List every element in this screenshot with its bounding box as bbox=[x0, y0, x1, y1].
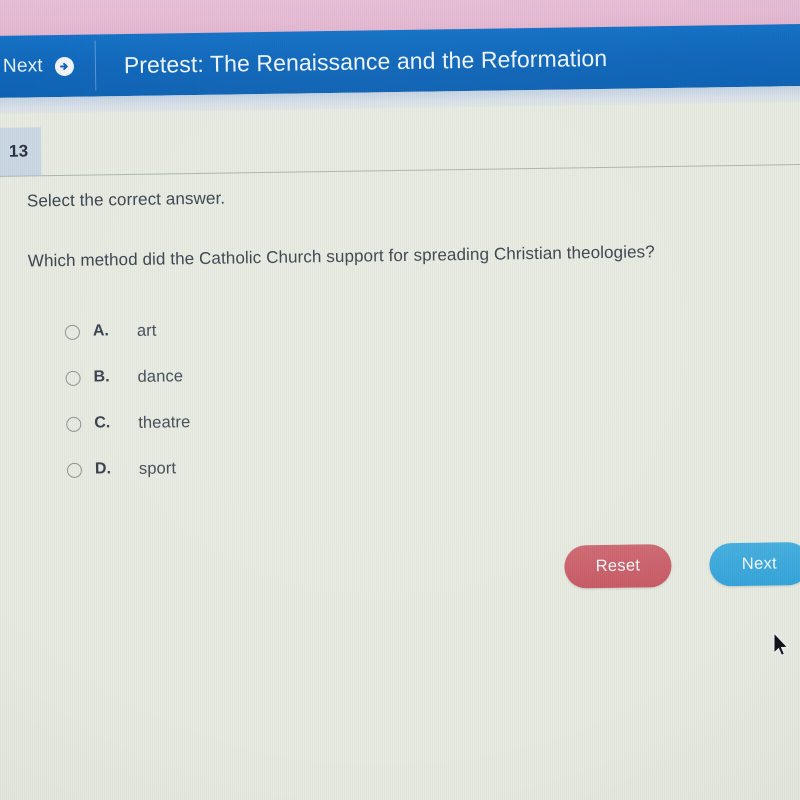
screen-photo: Next Pretest: The Renaissance and the Re… bbox=[0, 0, 800, 800]
option-text: theatre bbox=[138, 412, 191, 432]
ui-root: Next Pretest: The Renaissance and the Re… bbox=[0, 0, 800, 800]
radio-button-icon[interactable] bbox=[66, 416, 82, 432]
option-text: art bbox=[136, 321, 157, 340]
answer-option-d[interactable]: D. sport bbox=[66, 439, 588, 493]
question-number-tab: 13 bbox=[0, 127, 42, 176]
option-letter: D. bbox=[94, 460, 112, 478]
radio-button-icon[interactable] bbox=[65, 370, 81, 386]
reset-button[interactable]: Reset bbox=[564, 544, 672, 589]
instruction-text: Select the correct answer. bbox=[26, 188, 226, 211]
header-divider bbox=[94, 40, 97, 91]
header-rule bbox=[0, 163, 800, 177]
action-button-row: Reset Next bbox=[564, 541, 800, 589]
arrow-right-circle-icon bbox=[54, 56, 74, 76]
header-next-nav-button[interactable]: Next bbox=[0, 34, 97, 98]
answer-option-a[interactable]: A. art bbox=[64, 301, 586, 355]
question-text: Which method did the Catholic Church sup… bbox=[27, 242, 655, 271]
option-letter: A. bbox=[92, 322, 110, 340]
option-text: sport bbox=[138, 458, 177, 478]
radio-button-icon[interactable] bbox=[64, 324, 81, 340]
answer-option-c[interactable]: C. theatre bbox=[66, 393, 587, 447]
answer-options-list: A. art B. dance C. theatre D. sport bbox=[64, 301, 588, 493]
option-letter: B. bbox=[93, 368, 110, 386]
question-number: 13 bbox=[8, 141, 29, 161]
radio-button-icon[interactable] bbox=[66, 462, 83, 478]
next-button[interactable]: Next bbox=[709, 541, 800, 587]
page-title: Pretest: The Renaissance and the Reforma… bbox=[123, 44, 608, 78]
answer-option-b[interactable]: B. dance bbox=[65, 347, 586, 401]
option-text: dance bbox=[137, 366, 184, 386]
question-sheet: 13 Select the correct answer. Which meth… bbox=[0, 101, 800, 800]
option-letter: C. bbox=[94, 414, 111, 432]
header-next-nav-label: Next bbox=[2, 55, 43, 77]
